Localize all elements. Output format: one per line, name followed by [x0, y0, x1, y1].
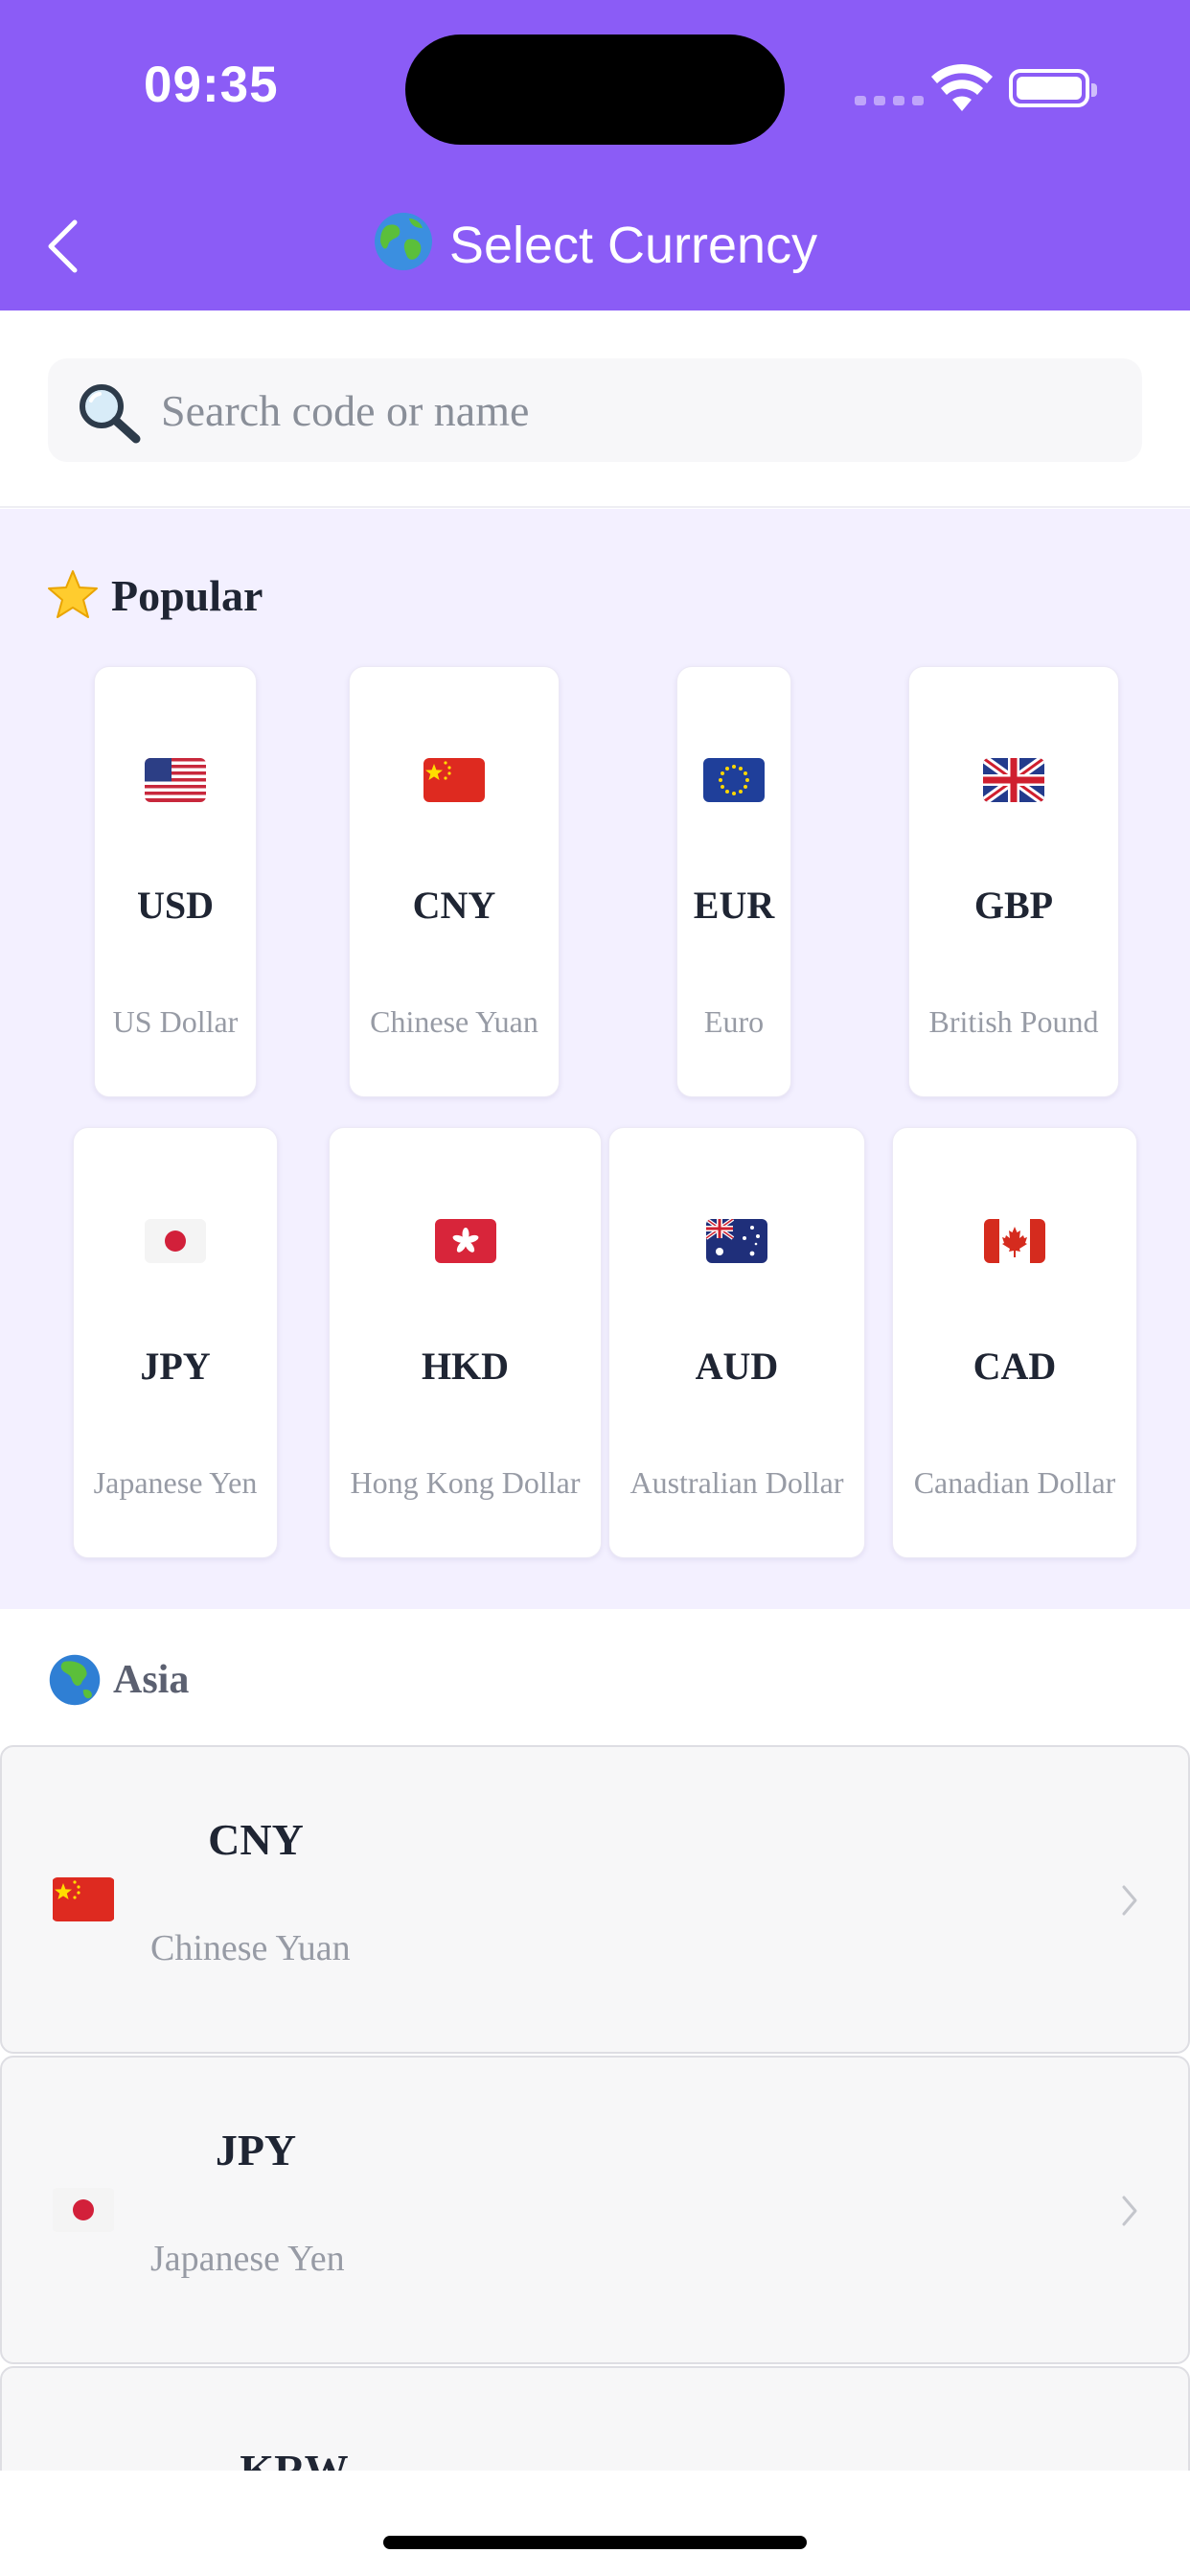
- currency-name: US Dollar: [112, 1004, 239, 1039]
- status-time: 09:35: [144, 57, 279, 113]
- bottom-safe-area: [0, 2471, 1190, 2576]
- asia-section-title-text: Asia: [113, 1658, 190, 1702]
- popular-title-text: Popular: [111, 570, 263, 620]
- app-header: 09:35 Select Currency: [0, 0, 1190, 310]
- uk-flag-icon: [983, 758, 1044, 802]
- china-flag-icon: [53, 1877, 114, 1921]
- page-title: Select Currency: [0, 211, 1190, 275]
- japan-flag-icon: [53, 2188, 114, 2232]
- currency-card-usd[interactable]: USD US Dollar: [94, 666, 257, 1097]
- search-section: [0, 310, 1190, 508]
- currency-code: AUD: [695, 1345, 779, 1388]
- chevron-right-icon: [1122, 2196, 1137, 2226]
- currency-name: Australian Dollar: [629, 1465, 844, 1500]
- page-title-text: Select Currency: [448, 217, 818, 274]
- japan-flag-icon: [145, 1219, 206, 1263]
- globe-icon: [374, 213, 432, 270]
- currency-code: CNY: [412, 884, 496, 927]
- china-flag-icon: [423, 758, 485, 802]
- home-indicator[interactable]: [383, 2536, 807, 2549]
- wifi-icon: [931, 64, 993, 111]
- currency-card-eur[interactable]: EUR Euro: [676, 666, 791, 1097]
- star-icon: [48, 570, 98, 618]
- canada-flag-icon: [984, 1219, 1045, 1263]
- search-input[interactable]: [161, 358, 1100, 462]
- cellular-signal-icon: [855, 96, 924, 105]
- currency-code: JPY: [215, 2126, 297, 2174]
- currency-card-cny[interactable]: CNY Chinese Yuan: [349, 666, 560, 1097]
- currency-card-jpy[interactable]: JPY Japanese Yen: [73, 1127, 278, 1558]
- asia-section-title: Asia: [48, 1653, 189, 1707]
- currency-code: GBP: [973, 884, 1054, 927]
- currency-name: Canadian Dollar: [913, 1465, 1116, 1500]
- us-flag-icon: [145, 758, 206, 802]
- currency-code: CNY: [208, 1815, 304, 1864]
- currency-name: Euro: [703, 1004, 765, 1039]
- currency-name: Japanese Yen: [93, 1465, 258, 1500]
- currency-name: Japanese Yen: [150, 2239, 345, 2279]
- search-icon: [80, 384, 141, 444]
- currency-row-jpy[interactable]: JPY Japanese Yen: [0, 2056, 1190, 2364]
- popular-section: Popular USD US Dollar CNY Chinese Yuan E…: [0, 509, 1190, 1609]
- currency-card-cad[interactable]: CAD Canadian Dollar: [892, 1127, 1137, 1558]
- battery-icon: [1009, 69, 1097, 107]
- currency-code: CAD: [973, 1345, 1057, 1388]
- currency-code: JPY: [140, 1345, 211, 1388]
- currency-card-hkd[interactable]: HKD Hong Kong Dollar: [329, 1127, 602, 1558]
- currency-name: British Pound: [928, 1004, 1099, 1039]
- search-bar[interactable]: [48, 358, 1142, 462]
- currency-card-gbp[interactable]: GBP British Pound: [908, 666, 1119, 1097]
- australia-flag-icon: [706, 1219, 767, 1263]
- currency-name: Chinese Yuan: [370, 1004, 538, 1039]
- chevron-right-icon: [1122, 1885, 1137, 1916]
- currency-card-aud[interactable]: AUD Australian Dollar: [608, 1127, 865, 1558]
- dynamic-island: [405, 34, 785, 145]
- globe-icon: [49, 1654, 101, 1706]
- currency-name: Hong Kong Dollar: [350, 1465, 581, 1500]
- currency-name: Chinese Yuan: [150, 1928, 351, 1968]
- currency-row-cny[interactable]: CNY Chinese Yuan: [0, 1745, 1190, 2054]
- currency-code: EUR: [693, 884, 775, 927]
- currency-code: HKD: [421, 1345, 510, 1388]
- hong-kong-flag-icon: [434, 1219, 496, 1263]
- popular-title: Popular: [46, 568, 263, 622]
- currency-code: USD: [136, 884, 215, 927]
- eu-flag-icon: [703, 758, 765, 802]
